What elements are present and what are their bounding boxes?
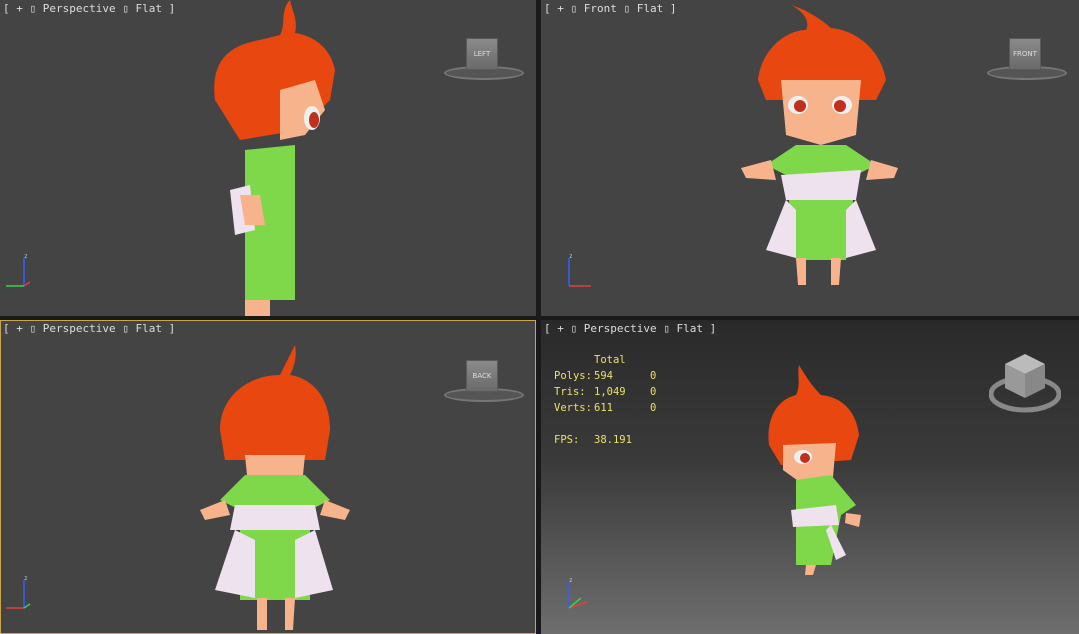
fps-value: 38.191: [594, 434, 632, 446]
label-bracket: ]: [168, 2, 176, 15]
viewcube[interactable]: LEFT: [444, 38, 524, 86]
viewcube-face[interactable]: FRONT: [1009, 38, 1041, 70]
viewport-label: [ + ▯ Perspective ▯ Flat ]: [544, 322, 716, 335]
view-type-menu[interactable]: Perspective: [43, 322, 116, 335]
viewport-menu-plus[interactable]: +: [557, 2, 564, 15]
verts-selected: 0: [650, 402, 657, 414]
viewport-box-icon: ▯: [570, 322, 578, 335]
fps-label: FPS:: [554, 434, 580, 446]
svg-text:z: z: [569, 577, 573, 584]
viewport-menu-plus[interactable]: +: [557, 322, 564, 335]
viewport-menu-plus[interactable]: +: [16, 322, 23, 335]
tris-total: 1,049: [594, 386, 626, 398]
label-bracket: [: [3, 322, 10, 335]
character-model-front: [741, 5, 898, 285]
tris-label: Tris:: [554, 386, 586, 398]
polys-total: 594: [594, 370, 613, 382]
view-type-menu[interactable]: Perspective: [584, 322, 657, 335]
viewport-bottom-right[interactable]: [ + ▯ Perspective ▯ Flat ] Total Polys: 5…: [541, 320, 1079, 634]
viewcube-face[interactable]: LEFT: [466, 38, 498, 70]
viewport-box-icon: ▯: [29, 2, 37, 15]
viewport-box-icon: ▯: [663, 322, 670, 335]
viewport-box-icon: ▯: [122, 322, 129, 335]
shading-menu[interactable]: Flat: [135, 2, 162, 15]
svg-text:z: z: [24, 253, 28, 260]
statistics-overlay: Total Polys: 594 0 Tris: 1,049 0 Verts: 611 0 …: [554, 352, 656, 448]
polys-label: Polys:: [554, 370, 592, 382]
axis-gizmo: z: [6, 253, 31, 287]
label-bracket: ]: [168, 322, 176, 335]
label-bracket: [: [544, 2, 551, 15]
shading-menu[interactable]: Flat: [676, 322, 703, 335]
viewcube[interactable]: BACK: [444, 360, 524, 408]
viewport-bottom-left[interactable]: [ + ▯ Perspective ▯ Flat ] BACK z: [0, 320, 536, 634]
view-type-menu[interactable]: Perspective: [43, 2, 116, 15]
label-bracket: [: [3, 2, 10, 15]
viewport-top-right[interactable]: [ + ▯ Front ▯ Flat ] FRONT z: [541, 0, 1079, 316]
label-bracket: [: [544, 322, 551, 335]
viewport-top-left[interactable]: [ + ▯ Perspective ▯ Flat ] LEFT z: [0, 0, 536, 316]
label-bracket: ]: [669, 2, 677, 15]
viewport-label: [ + ▯ Perspective ▯ Flat ]: [3, 322, 175, 335]
polys-selected: 0: [650, 370, 657, 382]
tris-selected: 0: [650, 386, 657, 398]
character-model-perspective: [768, 365, 861, 575]
axis-gizmo: z: [568, 577, 588, 609]
shading-menu[interactable]: Flat: [135, 322, 162, 335]
svg-text:z: z: [569, 253, 573, 260]
viewport-box-icon: ▯: [623, 2, 631, 15]
viewcube-face[interactable]: BACK: [466, 360, 498, 392]
verts-label: Verts:: [554, 402, 592, 414]
label-bracket: ]: [709, 322, 717, 335]
verts-total: 611: [594, 402, 613, 414]
viewport-label: [ + ▯ Front ▯ Flat ]: [544, 2, 677, 15]
character-model-side: [214, 0, 335, 316]
shading-menu[interactable]: Flat: [637, 2, 664, 15]
viewcube-3d[interactable]: [989, 350, 1061, 414]
view-type-menu[interactable]: Front: [584, 2, 617, 15]
axis-gizmo: z: [6, 575, 31, 609]
character-model-back: [200, 345, 350, 630]
axis-gizmo: z: [568, 253, 591, 287]
svg-text:z: z: [24, 575, 28, 582]
viewport-box-icon: ▯: [122, 2, 129, 15]
viewport-box-icon: ▯: [570, 2, 578, 15]
viewcube[interactable]: FRONT: [987, 38, 1067, 86]
viewport-label: [ + ▯ Perspective ▯ Flat ]: [3, 2, 175, 15]
viewport-menu-plus[interactable]: +: [16, 2, 23, 15]
stats-header: Total: [594, 354, 626, 366]
viewport-box-icon: ▯: [29, 322, 37, 335]
